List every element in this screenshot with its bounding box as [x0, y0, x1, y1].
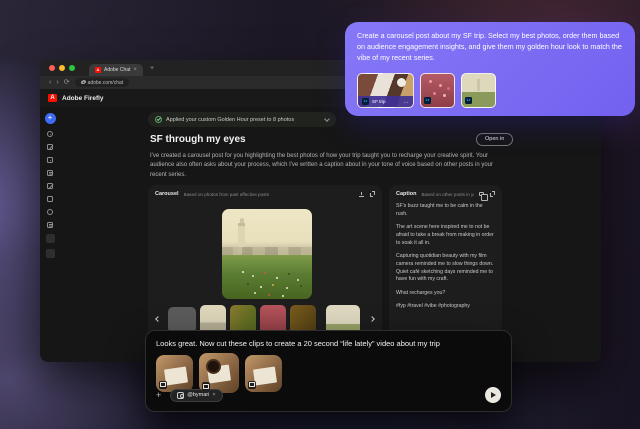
sidebar-assets-icon[interactable] [47, 157, 53, 163]
golden-hour-preset-banner[interactable]: Applied your custom Golden Hour preset t… [148, 112, 336, 127]
photoshop-app-icon[interactable] [46, 234, 55, 243]
sidebar: + [40, 107, 60, 362]
carousel-main-photo[interactable] [222, 209, 312, 299]
check-icon [155, 116, 162, 123]
browser-tab[interactable]: A Adobe Chat × [89, 64, 143, 76]
sidebar-brush-icon[interactable] [47, 183, 53, 189]
caption-paragraph: SF's buzz taught me to be calm in the ru… [396, 203, 495, 219]
lightroom-icon: Lr [424, 97, 431, 104]
handle-text: @bymari [187, 392, 209, 398]
chat-composer[interactable]: Looks great. Now cut these clips to crea… [145, 330, 512, 412]
caption-hashtags: #fyp #travel #vibe #photography [396, 303, 495, 311]
forward-icon[interactable]: › [56, 79, 58, 87]
new-chat-button[interactable]: + [45, 113, 56, 124]
video-clip-thumb[interactable] [245, 355, 282, 392]
caption-paragraph: Capturing quotidian beauty with my film … [396, 253, 495, 284]
chevron-down-icon [324, 116, 330, 122]
sidebar-folder-icon[interactable] [47, 196, 53, 202]
caption-text: SF's buzz taught me to be calm in the ru… [389, 197, 502, 322]
user-prompt-text: Create a carousel post about my SF trip.… [345, 22, 635, 63]
add-attachment-button[interactable]: + [156, 391, 161, 400]
minimize-window-button[interactable] [59, 65, 65, 71]
sidebar-grid-icon[interactable] [47, 222, 53, 228]
close-window-button[interactable] [49, 65, 55, 71]
banner-text: Applied your custom Golden Hour preset t… [166, 117, 321, 123]
url-field[interactable]: adobe.com/chat [75, 78, 130, 87]
carousel-prev-icon[interactable] [155, 316, 161, 322]
attachment-photo[interactable]: Lr [420, 73, 455, 108]
video-clip-thumb[interactable] [156, 355, 193, 392]
expand-icon[interactable] [490, 191, 496, 197]
attachment-photo[interactable]: Lr [461, 73, 496, 108]
remove-chip-icon[interactable]: × [212, 392, 215, 398]
city-skyline-graphic [222, 247, 312, 255]
back-icon[interactable]: ‹ [49, 79, 51, 87]
lock-icon [81, 81, 85, 84]
lightroom-icon: Lr [362, 98, 369, 105]
tab-title: Adobe Chat [104, 67, 130, 73]
download-icon[interactable] [359, 192, 364, 197]
lightroom-app-icon[interactable] [46, 249, 55, 258]
post-description: I've created a carousel post for you hig… [150, 152, 502, 180]
sidebar-history-icon[interactable] [47, 209, 53, 215]
sidebar-chat-icon[interactable] [47, 170, 53, 176]
video-icon [202, 382, 210, 390]
caption-subtitle: Based on other posts in your series [421, 192, 474, 197]
caption-paragraph: The art scene here inspired me to not be… [396, 224, 495, 247]
album-overflow-icon[interactable]: … [404, 99, 410, 105]
caption-paragraph: What recharges you? [396, 290, 495, 298]
user-prompt-bubble: Create a carousel post about my SF trip.… [345, 22, 635, 116]
new-tab-button[interactable]: + [150, 65, 154, 72]
caption-label: Caption [396, 191, 416, 197]
desktop-background: A Adobe Chat × + ‹ › ⟳ adobe.com/chat A … [0, 0, 640, 429]
carousel-next-icon[interactable] [369, 316, 375, 322]
lightroom-icon: Lr [465, 97, 472, 104]
tab-close-icon[interactable]: × [133, 67, 137, 73]
adobe-favicon-icon: A [95, 67, 101, 73]
caption-panel-header: Caption Based on other posts in your ser… [389, 185, 502, 197]
sidebar-edit-icon[interactable] [47, 144, 53, 150]
page-title: SF through my eyes [150, 134, 246, 145]
carousel-panel-header: Carousel Based on photos from past effec… [148, 185, 382, 197]
instagram-icon [177, 392, 184, 399]
caption-panel: Caption Based on other posts in your ser… [389, 185, 502, 335]
video-icon [159, 381, 167, 389]
instagram-handle-chip[interactable]: @bymari × [170, 389, 222, 402]
app-title: Adobe Firefly [62, 95, 104, 102]
zoom-window-button[interactable] [69, 65, 75, 71]
url-text: adobe.com/chat [88, 80, 124, 86]
open-in-button[interactable]: Open in [476, 133, 513, 146]
reload-icon[interactable]: ⟳ [64, 79, 70, 87]
video-icon [248, 381, 256, 389]
lightroom-album-chip[interactable]: Lr SF trip … [357, 73, 414, 108]
send-icon [491, 392, 496, 398]
sidebar-home-icon[interactable] [47, 131, 53, 137]
park-crowd-graphic [242, 271, 244, 273]
album-badge: Lr SF trip … [358, 96, 413, 107]
window-controls [49, 65, 75, 71]
composer-message: Looks great. Now cut these clips to crea… [146, 331, 511, 348]
adobe-logo-icon: A [48, 94, 57, 102]
send-button[interactable] [485, 387, 501, 403]
prompt-attachments: Lr SF trip … Lr Lr [357, 73, 496, 108]
copy-icon[interactable] [479, 192, 484, 197]
carousel-panel: Carousel Based on photos from past effec… [148, 185, 382, 345]
album-name: SF trip [372, 99, 401, 104]
carousel-label: Carousel [155, 191, 179, 197]
expand-icon[interactable] [370, 191, 376, 197]
carousel-subtitle: Based on photos from past effective post… [184, 192, 354, 197]
